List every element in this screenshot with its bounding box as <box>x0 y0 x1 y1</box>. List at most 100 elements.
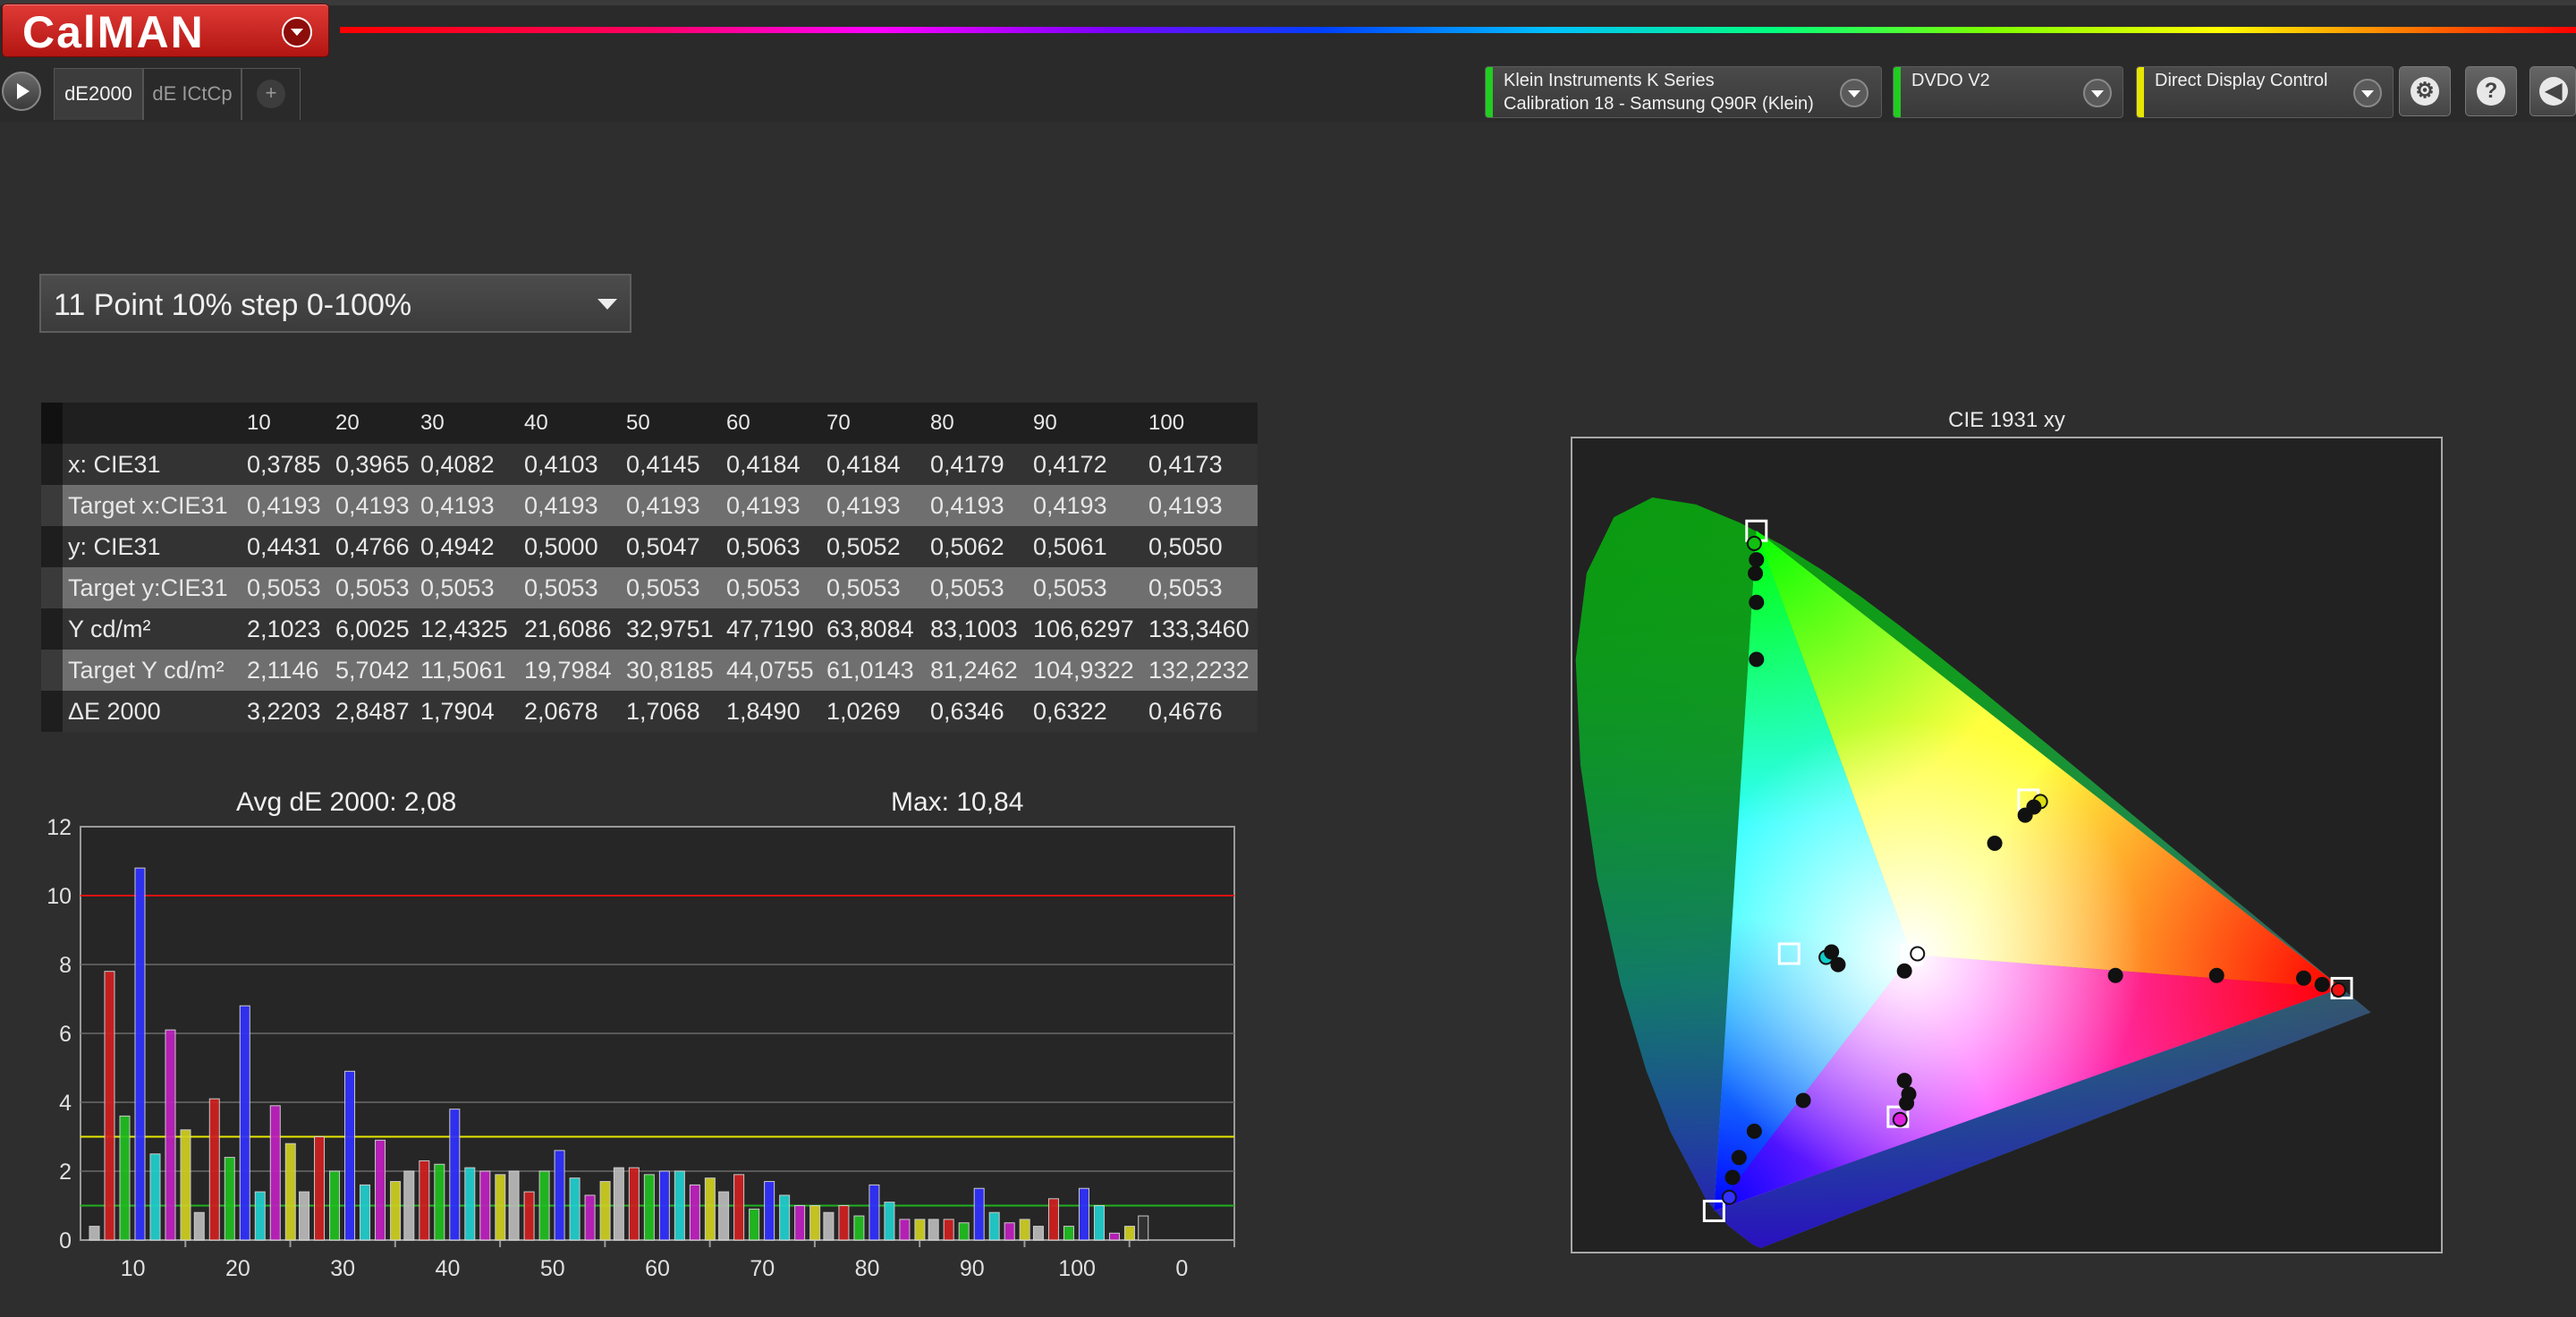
table-cell: 0,4145 <box>626 451 700 478</box>
table-cell: 0,4184 <box>726 451 801 478</box>
bar <box>1123 1226 1135 1241</box>
preset-selected-label: 11 Point 10% step 0-100% <box>54 288 412 322</box>
collapse-button[interactable]: ◀ <box>2529 66 2576 116</box>
bar <box>689 1184 700 1241</box>
table-row: Target x:CIE31 0,4193 0,4193 0,4193 0,4193 0,… <box>41 485 1258 526</box>
add-tab-button[interactable]: + <box>242 68 301 120</box>
measured-point <box>1892 1111 1908 1127</box>
column-header: 100 <box>1148 411 1185 435</box>
measured-point <box>2314 976 2330 992</box>
x-tick-label: 70 <box>750 1256 775 1279</box>
column-header: 80 <box>930 411 954 435</box>
source-device-selector[interactable]: DVDO V2 <box>1893 66 2123 118</box>
bar <box>1138 1215 1149 1241</box>
bar <box>269 1105 281 1241</box>
status-led <box>1486 67 1493 117</box>
display-device-selector[interactable]: Direct Display Control <box>2136 66 2394 118</box>
bar <box>704 1177 716 1241</box>
table-cell: 19,7984 <box>524 657 612 684</box>
device-profile: Calibration 18 - Samsung Q90R (Klein) <box>1504 94 1814 114</box>
table-cell: 0,4431 <box>247 533 321 560</box>
row-marker <box>41 444 63 485</box>
y-tick-label: 12 <box>47 815 72 840</box>
table-cell: 0,4193 <box>420 492 495 519</box>
table-row: Target Y cd/m² 2,1146 5,7042 11,5061 19,7984… <box>41 650 1258 691</box>
device-name: Klein Instruments K Series <box>1504 71 1715 90</box>
settings-button[interactable]: ⚙ <box>2399 66 2451 116</box>
measured-point <box>1824 944 1840 960</box>
bar <box>643 1174 655 1241</box>
bar <box>779 1194 791 1241</box>
chevron-down-icon <box>2083 79 2112 107</box>
x-tick-label: 0 <box>1175 1256 1188 1279</box>
table-cell: 61,0143 <box>826 657 914 684</box>
table-cell: 0,3785 <box>247 451 321 478</box>
bar <box>119 1115 131 1241</box>
table-cell: 21,6086 <box>524 616 612 642</box>
bar <box>434 1163 445 1241</box>
table-cell: 0,4173 <box>1148 451 1223 478</box>
x-tick-label: 50 <box>540 1256 565 1279</box>
measurement-table: 10 20 30 40 50 60 70 80 90 100 x: CIE31 0,3785 0,396… <box>41 403 1258 732</box>
table-cell: 0,4193 <box>1033 492 1107 519</box>
measured-point <box>1896 963 1912 979</box>
table-cell: 63,8084 <box>826 616 914 642</box>
column-header: 60 <box>726 411 750 435</box>
measured-point <box>1795 1092 1811 1109</box>
bar <box>914 1219 926 1241</box>
table-cell: 0,5053 <box>420 574 495 601</box>
bar <box>584 1194 596 1241</box>
help-button[interactable]: ? <box>2465 66 2517 116</box>
bar <box>208 1098 220 1241</box>
table-cell: 0,5061 <box>1033 533 1107 560</box>
table-row: y: CIE31 0,4431 0,4766 0,4942 0,5000 0,5047 0,… <box>41 526 1258 567</box>
bar <box>733 1174 745 1241</box>
table-row: Target y:CIE31 0,5053 0,5053 0,5053 0,5053 0,… <box>41 567 1258 608</box>
tab-de2000[interactable]: dE2000 <box>54 68 143 120</box>
row-marker <box>41 691 63 732</box>
bar <box>495 1174 506 1241</box>
table-cell: 0,6322 <box>1033 698 1107 725</box>
de-bar-chart: 0 2 4 6 8 10 12 Avg dE 2000: 2,08 Max: 10,84 10 20… <box>47 787 1235 1279</box>
table-cell: 0,5053 <box>726 574 801 601</box>
bar <box>628 1167 640 1241</box>
bar <box>749 1208 760 1241</box>
table-cell: 1,7068 <box>626 698 700 725</box>
table-row: x: CIE31 0,3785 0,3965 0,4082 0,4103 0,4145 0,… <box>41 444 1258 485</box>
point-preset-dropdown[interactable]: 11 Point 10% step 0-100% <box>39 274 631 333</box>
bar <box>538 1170 550 1241</box>
table-row: ΔE 2000 3,2203 2,8487 1,7904 2,0678 1,7068 1,8… <box>41 691 1258 732</box>
bar <box>390 1181 402 1241</box>
play-icon[interactable] <box>2 72 41 111</box>
calman-menu-button[interactable]: CalMAN <box>2 4 329 57</box>
column-header: 40 <box>524 411 548 435</box>
y-tick-label: 8 <box>59 953 72 978</box>
meter-device-selector[interactable]: Klein Instruments K Series Calibration 1… <box>1485 66 1882 118</box>
bar <box>599 1181 611 1241</box>
bar <box>239 1005 250 1241</box>
table-cell: 0,4942 <box>420 533 495 560</box>
y-tick-label: 0 <box>59 1228 72 1253</box>
row-label: ΔE 2000 <box>68 698 161 725</box>
bar <box>1047 1198 1059 1241</box>
bar <box>165 1029 176 1241</box>
measured-point <box>2208 967 2224 983</box>
y-tick-label: 4 <box>59 1091 72 1116</box>
column-header: 50 <box>626 411 650 435</box>
table-cell: 0,4193 <box>826 492 901 519</box>
bar <box>89 1226 100 1241</box>
table-cell: 32,9751 <box>626 616 714 642</box>
x-tick-label: 20 <box>225 1256 250 1279</box>
max-de-title: Max: 10,84 <box>891 787 1023 817</box>
measured-point <box>1749 552 1765 568</box>
bar <box>314 1136 326 1241</box>
measured-point <box>1901 1086 1917 1102</box>
table-cell: 5,7042 <box>335 657 410 684</box>
table-cell: 0,5053 <box>930 574 1004 601</box>
tab-de-ictcp[interactable]: dE ICtCp <box>143 68 242 120</box>
table-cell: 1,8490 <box>726 698 801 725</box>
measured-point <box>1731 1150 1747 1166</box>
y-tick-label: 2 <box>59 1160 72 1185</box>
bar <box>794 1205 806 1241</box>
table-cell: 0,5063 <box>726 533 801 560</box>
